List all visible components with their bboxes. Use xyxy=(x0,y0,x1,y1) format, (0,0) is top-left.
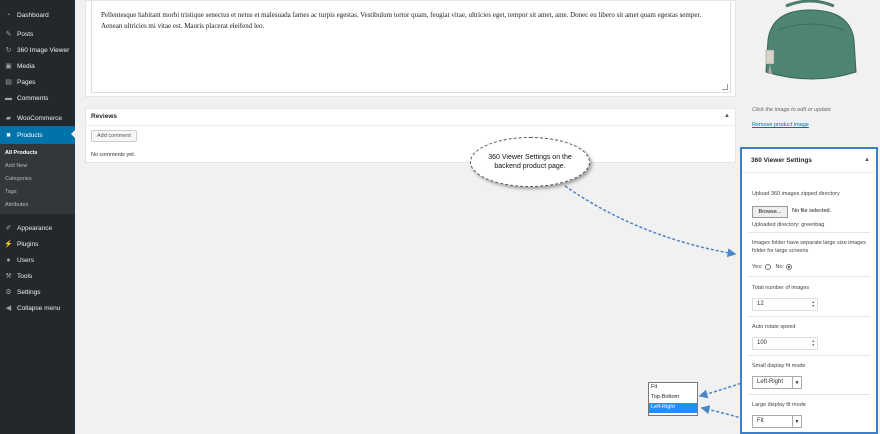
large-fit-value: Fit xyxy=(757,418,764,424)
large-folder-label: Images folder have separate large size i… xyxy=(752,240,867,254)
speed-label: Auto rotate speed xyxy=(752,324,796,330)
divider xyxy=(748,316,870,317)
divider xyxy=(748,232,870,233)
yes-label: Yes: xyxy=(752,264,763,270)
small-fit-select[interactable]: Left-Right ▼ xyxy=(752,376,802,389)
dropdown-option-fit[interactable]: Fit xyxy=(649,383,697,393)
callout-text: 360 Viewer Settings on the backend produ… xyxy=(488,154,572,170)
large-folder-radio-group: Yes: No: xyxy=(752,264,797,270)
viewer-settings-title: 360 Viewer Settings xyxy=(742,149,876,173)
total-images-input[interactable]: 12 ▲ ▼ xyxy=(752,298,818,311)
spinner-icon[interactable]: ▲ ▼ xyxy=(812,339,815,347)
callout-bubble: 360 Viewer Settings on the backend produ… xyxy=(470,137,590,187)
small-fit-label: Small display fit mode xyxy=(752,363,806,369)
total-images-label: Total number of images xyxy=(752,285,810,291)
total-images-value: 12 xyxy=(757,301,764,307)
browse-button[interactable]: Browse... xyxy=(752,206,788,218)
small-fit-value: Left-Right xyxy=(757,379,784,385)
divider xyxy=(748,276,870,277)
no-radio[interactable] xyxy=(786,264,793,270)
divider xyxy=(748,394,870,395)
dropdown-option-left-right[interactable]: Left-Right xyxy=(649,403,697,413)
dropdown-option-top-bottom[interactable]: Top-Bottom xyxy=(649,393,697,403)
large-fit-label: Large display fit mode xyxy=(752,402,806,408)
upload-label: Upload 360 images zipped directory xyxy=(752,191,840,197)
arrow-to-panel xyxy=(564,185,737,258)
speed-value: 100 xyxy=(757,340,768,346)
collapse-toggle-icon[interactable]: ▲ xyxy=(864,157,870,163)
fit-mode-dropdown: Fit Top-Bottom Left-Right xyxy=(648,382,698,416)
no-label: No: xyxy=(775,264,785,270)
viewer-settings-panel: 360 Viewer Settings ▲ Upload 360 images … xyxy=(740,147,878,434)
large-fit-select[interactable]: Fit ▼ xyxy=(752,415,802,428)
speed-input[interactable]: 100 ▲ ▼ xyxy=(752,337,818,350)
chevron-down-icon: ▼ xyxy=(792,416,801,427)
spinner-icon[interactable]: ▲ ▼ xyxy=(812,300,815,308)
chevron-down-icon: ▼ xyxy=(792,377,801,388)
divider xyxy=(748,355,870,356)
file-status: No file selected. xyxy=(792,208,832,214)
yes-radio[interactable] xyxy=(764,264,771,270)
uploaded-directory: Uploaded directory: greenbag xyxy=(752,222,825,228)
